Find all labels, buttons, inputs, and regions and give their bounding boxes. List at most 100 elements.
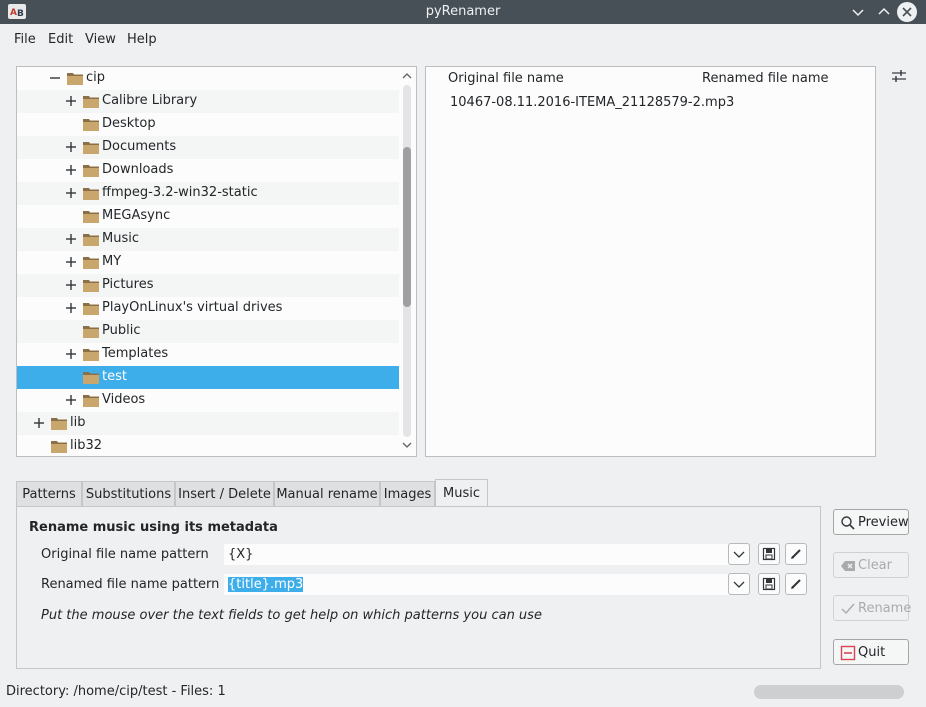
- expand-icon[interactable]: [65, 187, 77, 199]
- expand-icon[interactable]: [65, 164, 77, 176]
- preview-button[interactable]: Preview: [833, 509, 909, 535]
- tree-item-label: MY: [102, 254, 122, 269]
- tree-item[interactable]: MEGAsync: [17, 205, 400, 228]
- tree-item-label: Music: [102, 231, 139, 246]
- tab-manual-rename[interactable]: Manual rename: [274, 481, 380, 507]
- tab-music[interactable]: Music: [435, 479, 488, 508]
- column-original[interactable]: Original file name: [448, 71, 564, 86]
- tree-item-label: Pictures: [102, 277, 154, 292]
- scroll-down-icon[interactable]: [401, 440, 413, 450]
- tab-substitutions[interactable]: Substitutions: [82, 481, 175, 507]
- tree-item[interactable]: Videos: [17, 389, 400, 412]
- tab-patterns[interactable]: Patterns: [16, 481, 82, 507]
- tree-item[interactable]: cip: [17, 67, 400, 90]
- rename-label: Rename: [858, 601, 912, 616]
- tree-item-label: Videos: [102, 392, 146, 407]
- tree-item[interactable]: ffmpeg-3.2-win32-static: [17, 182, 400, 205]
- renamed-pattern-edit-button[interactable]: [785, 573, 807, 595]
- directory-tree[interactable]: cip Calibre Library Desktop Documents Downlo…: [16, 66, 417, 457]
- maximize-icon[interactable]: [874, 2, 894, 22]
- pencil-icon: [791, 549, 801, 559]
- folder-icon: [83, 142, 99, 154]
- magnifier-icon: [841, 516, 855, 530]
- tab-images[interactable]: Images: [380, 481, 435, 507]
- tree-item[interactable]: Calibre Library: [17, 90, 400, 113]
- expand-icon[interactable]: [65, 394, 77, 406]
- tree-item[interactable]: Music: [17, 228, 400, 251]
- folder-icon: [83, 372, 99, 384]
- original-pattern-save-button[interactable]: [758, 543, 780, 565]
- clear-label: Clear: [858, 558, 892, 573]
- clear-button[interactable]: Clear: [833, 552, 909, 578]
- quit-icon: [840, 645, 856, 661]
- tree-item-label: Downloads: [102, 162, 174, 177]
- expand-icon[interactable]: [65, 233, 77, 245]
- folder-icon: [83, 119, 99, 131]
- pencil-icon: [791, 579, 801, 589]
- expand-icon[interactable]: [65, 348, 77, 360]
- tree-item-label: cip: [86, 70, 106, 85]
- folder-icon: [83, 257, 99, 269]
- tree-item-label: Desktop: [102, 116, 156, 131]
- preview-label: Preview: [858, 515, 909, 530]
- original-pattern-label: Original file name pattern: [41, 547, 209, 562]
- quit-label: Quit: [858, 645, 886, 660]
- close-icon[interactable]: [897, 2, 917, 22]
- original-pattern-value: {X}: [228, 547, 254, 562]
- pane-heading: Rename music using its metadata: [29, 520, 278, 535]
- renamed-pattern-dropdown[interactable]: [728, 573, 750, 595]
- tree-item[interactable]: Desktop: [17, 113, 400, 136]
- expand-icon[interactable]: [65, 279, 77, 291]
- expand-icon[interactable]: [65, 141, 77, 153]
- tree-item-label: Calibre Library: [102, 93, 198, 108]
- collapse-icon[interactable]: [49, 72, 61, 84]
- scroll-thumb[interactable]: [403, 147, 411, 307]
- tree-item[interactable]: Pictures: [17, 274, 400, 297]
- expand-icon[interactable]: [33, 417, 45, 429]
- tree-item[interactable]: Public: [17, 320, 400, 343]
- expand-icon[interactable]: [65, 302, 77, 314]
- file-row[interactable]: 10467-08.11.2016-ITEMA_21128579-2.mp3: [450, 95, 734, 110]
- settings-sliders-icon[interactable]: [891, 68, 907, 84]
- pattern-hint: Put the mouse over the text fields to ge…: [41, 608, 542, 623]
- tree-item[interactable]: Downloads: [17, 159, 400, 182]
- expand-icon[interactable]: [65, 256, 77, 268]
- tree-item[interactable]: Documents: [17, 136, 400, 159]
- folder-icon: [51, 418, 67, 430]
- column-renamed[interactable]: Renamed file name: [702, 71, 829, 86]
- quit-button[interactable]: Quit: [833, 639, 909, 665]
- menu-edit[interactable]: Edit: [48, 32, 73, 47]
- folder-icon: [83, 280, 99, 292]
- folder-icon: [83, 211, 99, 223]
- tree-item[interactable]: lib32: [17, 435, 400, 456]
- renamed-pattern-save-button[interactable]: [758, 573, 780, 595]
- tree-item-label: lib32: [70, 438, 103, 453]
- status-text: Directory: /home/cip/test - Files: 1: [6, 684, 226, 699]
- tree-item-label: MEGAsync: [102, 208, 171, 223]
- folder-icon: [83, 326, 99, 338]
- folder-icon: [83, 395, 99, 407]
- tree-item[interactable]: MY: [17, 251, 400, 274]
- expand-icon[interactable]: [65, 95, 77, 107]
- tab-insert-delete[interactable]: Insert / Delete: [175, 481, 274, 507]
- minimize-icon[interactable]: [848, 2, 868, 22]
- tree-item[interactable]: Templates: [17, 343, 400, 366]
- tree-item[interactable]: PlayOnLinux's virtual drives: [17, 297, 400, 320]
- tree-item[interactable]: lib: [17, 412, 400, 435]
- original-pattern-dropdown[interactable]: [728, 543, 750, 565]
- chevron-down-icon: [733, 551, 745, 558]
- original-pattern-input[interactable]: {X}: [223, 543, 730, 566]
- menu-help[interactable]: Help: [127, 32, 157, 47]
- tree-item[interactable]: test: [17, 366, 400, 389]
- menu-file[interactable]: File: [14, 32, 36, 47]
- rename-button[interactable]: Rename: [833, 595, 912, 621]
- menu-view[interactable]: View: [85, 32, 116, 47]
- folder-icon: [83, 165, 99, 177]
- tree-item-label: Documents: [102, 139, 177, 154]
- scroll-up-icon[interactable]: [401, 71, 413, 81]
- original-pattern-edit-button[interactable]: [785, 543, 807, 565]
- tree-scrollbar[interactable]: [399, 67, 416, 456]
- renamed-pattern-input[interactable]: {title}.mp3: [223, 573, 730, 596]
- music-tab-pane: Rename music using its metadata Original…: [16, 506, 821, 669]
- file-list[interactable]: Original file name Renamed file name 104…: [425, 66, 876, 457]
